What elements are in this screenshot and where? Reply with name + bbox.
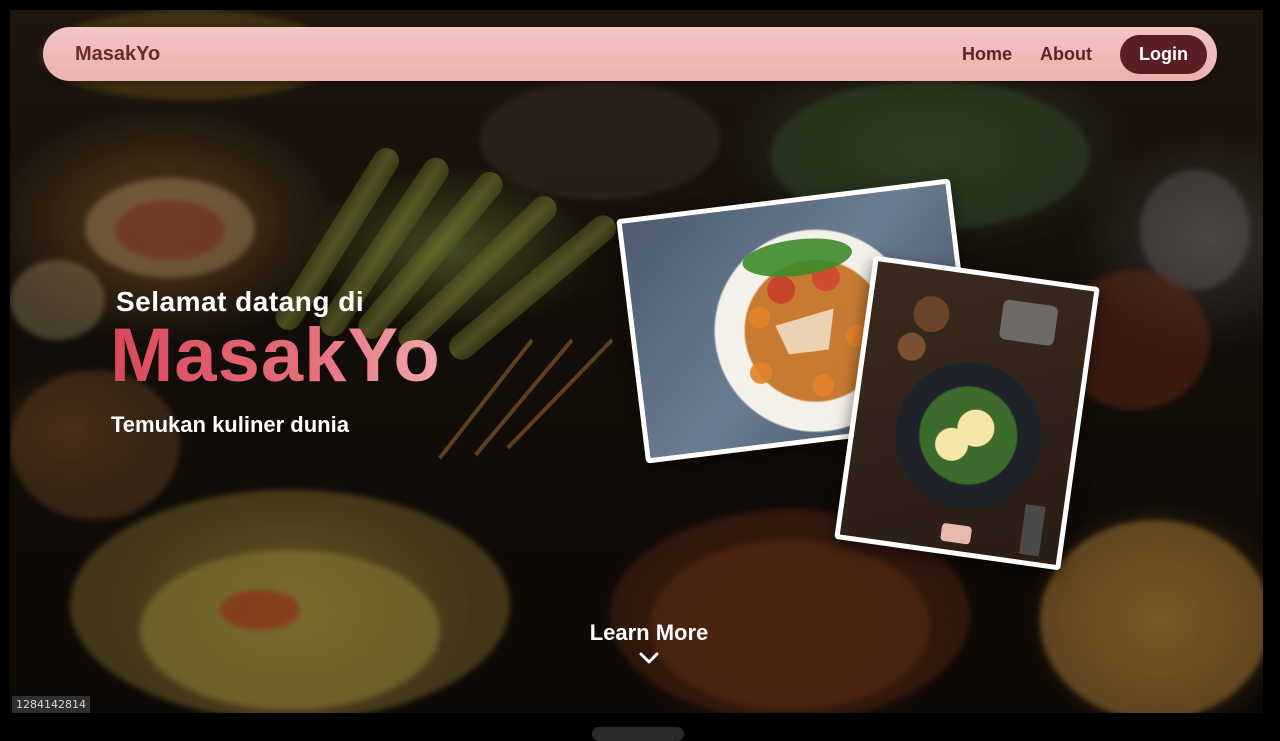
navbar: MasakYo Home About Login xyxy=(43,27,1217,81)
chevron-down-icon xyxy=(639,652,659,664)
nav-link-home[interactable]: Home xyxy=(962,44,1012,65)
nav-link-about[interactable]: About xyxy=(1040,44,1092,65)
learn-more-label: Learn More xyxy=(589,620,709,645)
nav-links: Home About Login xyxy=(962,34,1207,74)
hero-section: MasakYo Home About Login Selamat datang … xyxy=(10,10,1263,713)
scroll-handle xyxy=(592,727,684,741)
salad-photo xyxy=(834,255,1100,571)
login-button[interactable]: Login xyxy=(1120,34,1207,74)
brand-logo[interactable]: MasakYo xyxy=(75,43,160,66)
hero-subtitle: Temukan kuliner dunia xyxy=(111,412,349,437)
learn-more-button[interactable]: Learn More xyxy=(570,620,728,666)
hero-title: MasakYo xyxy=(110,313,441,398)
image-id-watermark: 1284142814 xyxy=(12,696,90,713)
